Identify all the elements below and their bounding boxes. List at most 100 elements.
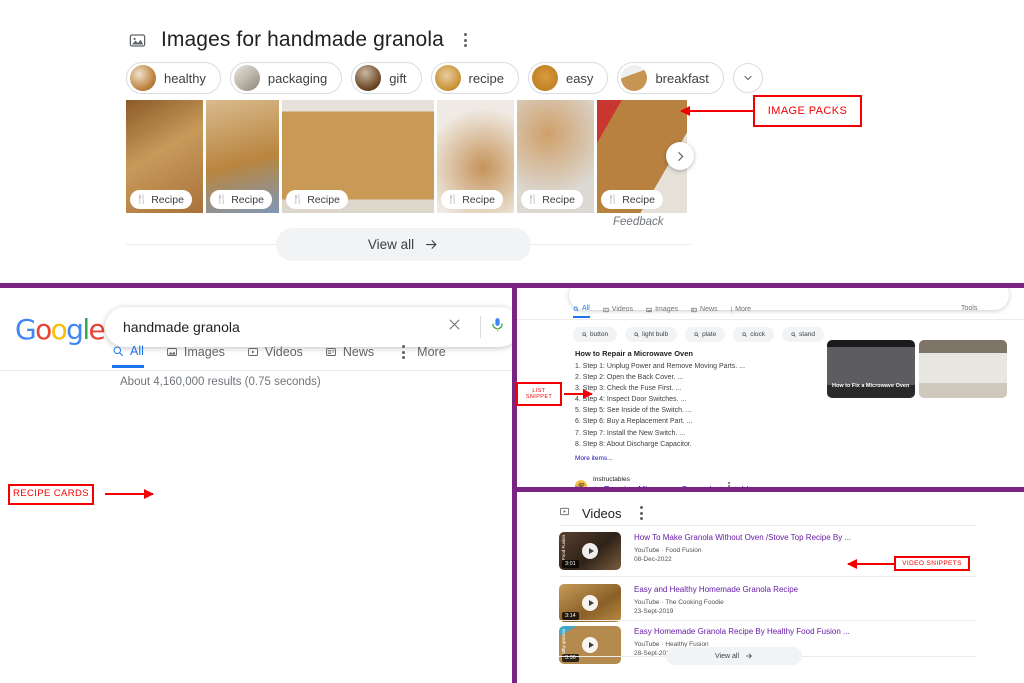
videos-title: Videos [582, 505, 622, 521]
search-divider [480, 316, 481, 338]
search-icon [791, 332, 796, 337]
annotation-image-packs: IMAGE PACKS [753, 95, 862, 127]
recipe-badge: 🍴 Recipe [286, 190, 348, 209]
tab-news[interactable]: News [325, 345, 374, 366]
snippet-step: 7. Step 7: Install the New Switch. ... [575, 429, 686, 437]
chip-label: healthy [164, 70, 206, 86]
snippet-thumbnail-secondary[interactable] [919, 340, 1007, 398]
filter-chip-packaging[interactable]: packaging [229, 62, 343, 94]
recipe-badge: 🍴 Recipe [441, 190, 503, 209]
play-icon[interactable] [582, 543, 598, 559]
video-duration: 3:14 [562, 612, 579, 620]
tab-images[interactable]: Images [166, 345, 225, 366]
videos-kebab-menu[interactable] [634, 503, 649, 523]
annotation-label: VIDEO SNIPPETS [902, 559, 962, 567]
video-title[interactable]: How To Make Granola Without Oven /Stove … [634, 532, 851, 543]
tab-label: Images [655, 306, 679, 313]
chip-thumbnail [434, 65, 461, 91]
tab-label: Videos [264, 345, 303, 359]
video-item[interactable]: 3:14 Easy and Healthy Homemade Granola R… [559, 584, 979, 622]
filter-chip-recipe[interactable]: recipe [430, 62, 519, 94]
image-pack-panel: Images for handmade granola healthy pack… [0, 0, 1024, 283]
play-icon[interactable] [582, 595, 598, 611]
filter-chip-healthy[interactable]: healthy [126, 62, 221, 94]
image-tile[interactable]: 🍴 Recipe [282, 100, 434, 213]
image-pack-tiles: 🍴 Recipe 🍴 Recipe 🍴 Recipe 🍴 Recipe 🍴 Recipe … [126, 100, 687, 213]
tab-label: Videos [611, 306, 634, 313]
image-tile[interactable]: 🍴 Recipe [437, 100, 514, 213]
tab-all[interactable]: All [112, 344, 144, 368]
videos-view-all-button[interactable]: View all [666, 647, 802, 665]
image-pack-next-button[interactable] [666, 142, 694, 170]
annotation-arrow-list-snippet [564, 393, 592, 395]
annotation-label: RECIPE CARDS [12, 488, 90, 500]
chip-label: clock [750, 331, 766, 338]
chip-label: plate [702, 331, 717, 338]
filter-chip-easy[interactable]: easy [527, 62, 609, 94]
tab-more[interactable]: | More [731, 306, 752, 317]
video-title[interactable]: Easy and Healthy Homemade Granola Recipe [634, 584, 798, 595]
badge-label: Recipe [151, 193, 184, 206]
tab-more[interactable]: More [396, 342, 446, 369]
image-icon [646, 307, 652, 312]
feedback-link[interactable]: Feedback [613, 216, 664, 228]
tools-button[interactable]: Tools [961, 305, 977, 312]
tab-videos[interactable]: Videos [603, 306, 633, 317]
recipe-badge: 🍴 Recipe [210, 190, 272, 209]
arrow-right-icon [745, 653, 752, 659]
cutlery-icon: 🍴 [216, 194, 228, 204]
related-chip-button[interactable]: button [573, 327, 618, 342]
play-icon[interactable] [582, 637, 598, 653]
divider-horizontal-right [517, 487, 1024, 492]
related-chip-plate[interactable]: plate [685, 327, 726, 342]
annotation-arrow-video-snippets [847, 560, 894, 568]
image-tile[interactable]: 🍴 Recipe [206, 100, 279, 213]
search-icon [634, 332, 639, 337]
tab-videos[interactable]: Videos [247, 345, 303, 366]
google-logo[interactable]: Google [15, 313, 106, 346]
tab-news[interactable]: News [691, 306, 718, 317]
search-icon [742, 332, 748, 337]
tab-all[interactable]: All [573, 305, 590, 318]
chip-label: button [590, 331, 609, 338]
page-title: Images for handmade granola [161, 28, 444, 51]
cutlery-icon: 🍴 [292, 194, 304, 204]
image-tile[interactable]: 🍴 Recipe [126, 100, 203, 213]
related-chip-clock[interactable]: clock [733, 327, 775, 342]
search-bar[interactable]: handmade granola [105, 307, 512, 347]
search-icon [113, 346, 123, 356]
video-thumbnail[interactable]: healthy granola 3:36 [559, 626, 621, 664]
video-title[interactable]: Easy Homemade Granola Recipe By Healthy … [634, 626, 850, 637]
related-chip-light-bulb[interactable]: light bulb [625, 327, 678, 342]
snippet-thumbnails: How to Fix a Microwave Oven [827, 340, 1007, 398]
snippet-thumbnail-primary[interactable]: How to Fix a Microwave Oven [827, 340, 915, 398]
snippet-step: 1. Step 1: Unplug Power and Remove Movin… [575, 363, 746, 370]
more-items-link[interactable]: More items... [575, 455, 613, 462]
video-row-divider [559, 576, 977, 577]
chip-thumbnail [233, 65, 260, 91]
image-icon [166, 348, 177, 356]
image-pack-filter-chips: healthy packaging gift recipe easy break… [126, 62, 763, 94]
search-input[interactable]: handmade granola [123, 319, 437, 335]
video-thumbnail[interactable]: 3:14 [559, 584, 621, 622]
image-pack-kebab-menu[interactable] [458, 30, 473, 50]
related-chip-stand[interactable]: stand [782, 327, 824, 342]
serp-nav-tabs: All Images Videos News More [112, 342, 446, 369]
view-all-button[interactable]: View all [276, 228, 531, 261]
video-date: 08-Dec-2022 [634, 556, 672, 564]
expand-filters-button[interactable] [732, 63, 763, 93]
tab-images[interactable]: Images [646, 306, 678, 317]
annotation-arrow-image-packs [680, 106, 753, 116]
cutlery-icon: 🍴 [447, 194, 459, 204]
video-source: YouTube · Food Fusion [634, 547, 702, 555]
annotation-arrow-recipe-cards [105, 493, 153, 495]
badge-label: Recipe [622, 193, 655, 206]
thumbnail-side-label: Food Fusion [561, 535, 566, 561]
microphone-icon[interactable] [489, 316, 506, 338]
filter-chip-breakfast[interactable]: breakfast [617, 62, 724, 94]
filter-chip-gift[interactable]: gift [351, 62, 422, 94]
image-tile[interactable]: 🍴 Recipe [517, 100, 594, 213]
clear-search-icon[interactable] [437, 317, 472, 337]
video-thumbnail[interactable]: Food Fusion 3:01 [559, 532, 621, 570]
snippet-step: 6. Step 6: Buy a Replacement Part. ... [575, 418, 693, 426]
